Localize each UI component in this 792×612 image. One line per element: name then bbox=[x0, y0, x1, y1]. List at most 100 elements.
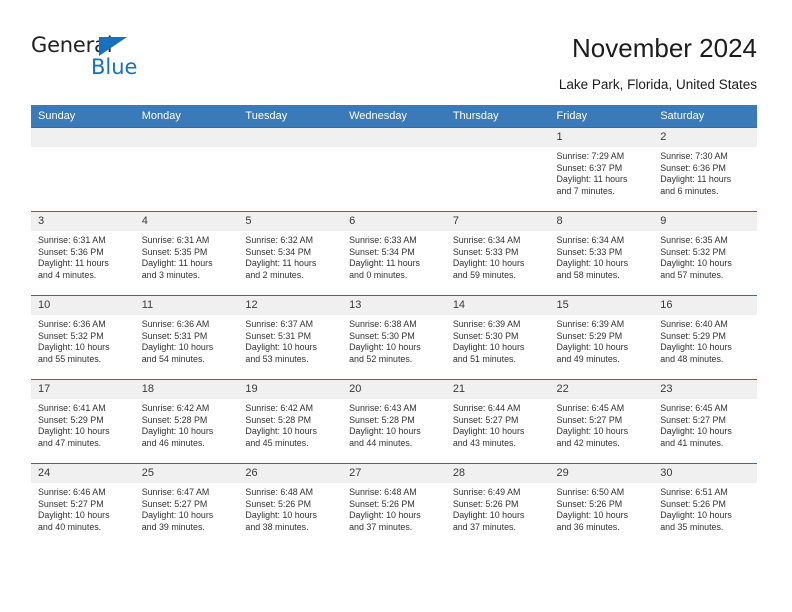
daylight-duration-line2: and 47 minutes. bbox=[38, 437, 102, 448]
day-number: 24 bbox=[31, 464, 135, 483]
daylight-duration-line2: and 59 minutes. bbox=[452, 269, 516, 280]
sunset-time: Sunset: 5:27 PM bbox=[660, 414, 726, 425]
day-number: 7 bbox=[445, 212, 550, 231]
sunrise-time: Sunrise: 6:44 AM bbox=[452, 403, 521, 413]
calendar-day-cell[interactable]: 9 Sunrise: 6:35 AM Sunset: 5:32 PM Daylight… bbox=[653, 211, 757, 296]
calendar-day-cell[interactable]: 18 Sunrise: 6:42 AM Sunset: 5:28 PM Dayligh… bbox=[134, 379, 239, 464]
day-number: 26 bbox=[238, 464, 343, 483]
day-number: 5 bbox=[238, 212, 343, 231]
day-number: 29 bbox=[549, 464, 654, 483]
day-details: Sunrise: 7:30 AM Sunset: 6:36 PM Daylight:… bbox=[653, 147, 757, 197]
sunset-time: Sunset: 5:26 PM bbox=[245, 498, 312, 509]
daylight-duration-line1: Daylight: 10 hours bbox=[38, 510, 110, 521]
sunrise-sunset-calendar: Sunday Monday Tuesday Wednesday Thursday… bbox=[31, 105, 757, 547]
daylight-duration-line1: Daylight: 10 hours bbox=[452, 342, 525, 353]
sunset-time: Sunset: 5:26 PM bbox=[452, 498, 519, 509]
sunrise-time: Sunrise: 6:45 AM bbox=[556, 403, 625, 413]
calendar-day-cell[interactable]: 21 Sunrise: 6:44 AM Sunset: 5:27 PM Dayligh… bbox=[445, 379, 550, 464]
daylight-duration-line1: Daylight: 10 hours bbox=[452, 426, 525, 437]
calendar-day-cell[interactable]: 13 Sunrise: 6:38 AM Sunset: 5:30 PM Dayligh… bbox=[342, 295, 446, 380]
day-number: 23 bbox=[653, 380, 757, 399]
day-number: 25 bbox=[134, 464, 239, 483]
day-number: 22 bbox=[549, 380, 654, 399]
calendar-day-cell[interactable]: 12 Sunrise: 6:37 AM Sunset: 5:31 PM Dayligh… bbox=[238, 295, 343, 380]
calendar-week-row: 24 Sunrise: 6:46 AM Sunset: 5:27 PM Dayligh… bbox=[31, 463, 757, 547]
sunset-time: Sunset: 5:26 PM bbox=[556, 498, 623, 509]
sunset-time: Sunset: 5:26 PM bbox=[349, 498, 415, 509]
daylight-duration-line1: Daylight: 10 hours bbox=[660, 510, 732, 521]
calendar-day-cell[interactable]: 15 Sunrise: 6:39 AM Sunset: 5:29 PM Dayligh… bbox=[549, 295, 654, 380]
calendar-day-cell[interactable]: 5 Sunrise: 6:32 AM Sunset: 5:34 PM Daylight… bbox=[238, 211, 343, 296]
sunrise-time: Sunrise: 6:49 AM bbox=[452, 487, 521, 497]
sunrise-time: Sunrise: 6:39 AM bbox=[556, 319, 625, 329]
daylight-duration-line1: Daylight: 10 hours bbox=[141, 426, 214, 437]
daylight-duration-line1: Daylight: 10 hours bbox=[141, 342, 214, 353]
sunset-time: Sunset: 5:29 PM bbox=[660, 330, 726, 341]
day-number: 3 bbox=[31, 212, 135, 231]
sunset-time: Sunset: 5:27 PM bbox=[38, 498, 104, 509]
weekday-header-row: Sunday Monday Tuesday Wednesday Thursday… bbox=[31, 105, 757, 128]
weekday-header-monday: Monday bbox=[134, 105, 239, 128]
day-details: Sunrise: 6:42 AM Sunset: 5:28 PM Daylight:… bbox=[238, 399, 342, 449]
sunrise-time: Sunrise: 6:48 AM bbox=[245, 487, 313, 497]
calendar-day-cell[interactable]: 11 Sunrise: 6:36 AM Sunset: 5:31 PM Dayligh… bbox=[134, 295, 239, 380]
calendar-day-cell[interactable]: 6 Sunrise: 6:33 AM Sunset: 5:34 PM Daylight… bbox=[342, 211, 446, 296]
day-number: 1 bbox=[549, 128, 654, 147]
calendar-day-cell[interactable]: 16 Sunrise: 6:40 AM Sunset: 5:29 PM Dayligh… bbox=[653, 295, 757, 380]
daylight-duration-line2: and 43 minutes. bbox=[452, 437, 516, 448]
calendar-day-cell[interactable]: 10 Sunrise: 6:36 AM Sunset: 5:32 PM Dayligh… bbox=[31, 295, 135, 380]
sunset-time: Sunset: 5:34 PM bbox=[349, 246, 415, 257]
calendar-day-cell[interactable]: 14 Sunrise: 6:39 AM Sunset: 5:30 PM Dayligh… bbox=[445, 295, 550, 380]
calendar-day-cell[interactable]: 7 Sunrise: 6:34 AM Sunset: 5:33 PM Daylight… bbox=[445, 211, 550, 296]
day-details: Sunrise: 6:49 AM Sunset: 5:26 PM Daylight:… bbox=[446, 483, 550, 533]
location-subtitle: Lake Park, Florida, United States bbox=[558, 77, 757, 92]
calendar-day-cell[interactable]: 30 Sunrise: 6:51 AM Sunset: 5:26 PM Dayligh… bbox=[653, 463, 757, 547]
daylight-duration-line1: Daylight: 10 hours bbox=[141, 510, 214, 521]
sunrise-time: Sunrise: 6:40 AM bbox=[660, 319, 728, 329]
daylight-duration-line2: and 46 minutes. bbox=[141, 437, 205, 448]
logo-text-blue: Blue bbox=[91, 55, 138, 79]
calendar-day-cell[interactable]: 17 Sunrise: 6:41 AM Sunset: 5:29 PM Dayligh… bbox=[31, 379, 135, 464]
daylight-duration-line2: and 51 minutes. bbox=[452, 353, 516, 364]
calendar-day-cell[interactable]: 27 Sunrise: 6:48 AM Sunset: 5:26 PM Dayligh… bbox=[342, 463, 446, 547]
daylight-duration-line2: and 35 minutes. bbox=[660, 521, 724, 532]
day-number: 14 bbox=[445, 296, 550, 315]
day-number: 2 bbox=[653, 128, 757, 147]
daylight-duration-line1: Daylight: 11 hours bbox=[141, 258, 213, 269]
day-details: Sunrise: 6:51 AM Sunset: 5:26 PM Daylight:… bbox=[653, 483, 757, 533]
daylight-duration-line2: and 44 minutes. bbox=[349, 437, 413, 448]
general-blue-logo[interactable]: General Blue bbox=[31, 33, 161, 81]
day-details: Sunrise: 6:41 AM Sunset: 5:29 PM Daylight:… bbox=[31, 399, 135, 449]
sunset-time: Sunset: 5:26 PM bbox=[660, 498, 726, 509]
calendar-day-cell[interactable]: 8 Sunrise: 6:34 AM Sunset: 5:33 PM Daylight… bbox=[549, 211, 654, 296]
day-number: 18 bbox=[134, 380, 239, 399]
calendar-day-cell[interactable]: 20 Sunrise: 6:43 AM Sunset: 5:28 PM Dayligh… bbox=[342, 379, 446, 464]
calendar-day-cell[interactable]: 19 Sunrise: 6:42 AM Sunset: 5:28 PM Dayligh… bbox=[238, 379, 343, 464]
sunrise-time: Sunrise: 7:30 AM bbox=[660, 151, 728, 161]
day-number: 11 bbox=[134, 296, 239, 315]
calendar-day-cell[interactable]: 22 Sunrise: 6:45 AM Sunset: 5:27 PM Dayligh… bbox=[549, 379, 654, 464]
calendar-day-cell[interactable]: 3 Sunrise: 6:31 AM Sunset: 5:36 PM Daylight… bbox=[31, 211, 135, 296]
calendar-day-cell[interactable]: 25 Sunrise: 6:47 AM Sunset: 5:27 PM Dayligh… bbox=[134, 463, 239, 547]
daylight-duration-line1: Daylight: 11 hours bbox=[660, 174, 732, 185]
calendar-day-cell[interactable]: 23 Sunrise: 6:45 AM Sunset: 5:27 PM Dayligh… bbox=[653, 379, 757, 464]
calendar-week-row: 3 Sunrise: 6:31 AM Sunset: 5:36 PM Daylight… bbox=[31, 211, 757, 296]
calendar-day-cell[interactable]: 1 Sunrise: 7:29 AM Sunset: 6:37 PM Daylight… bbox=[549, 127, 654, 212]
sunrise-time: Sunrise: 6:42 AM bbox=[245, 403, 313, 413]
calendar-day-cell[interactable]: 26 Sunrise: 6:48 AM Sunset: 5:26 PM Dayligh… bbox=[238, 463, 343, 547]
sunset-time: Sunset: 5:29 PM bbox=[38, 414, 104, 425]
day-details: Sunrise: 6:35 AM Sunset: 5:32 PM Daylight:… bbox=[653, 231, 757, 281]
daylight-duration-line2: and 39 minutes. bbox=[141, 521, 205, 532]
calendar-day-cell[interactable]: 29 Sunrise: 6:50 AM Sunset: 5:26 PM Dayligh… bbox=[549, 463, 654, 547]
day-number: 4 bbox=[134, 212, 239, 231]
calendar-day-cell[interactable]: 28 Sunrise: 6:49 AM Sunset: 5:26 PM Dayligh… bbox=[445, 463, 550, 547]
day-number: 8 bbox=[549, 212, 654, 231]
sunset-time: Sunset: 5:33 PM bbox=[556, 246, 623, 257]
calendar-day-cell[interactable]: 24 Sunrise: 6:46 AM Sunset: 5:27 PM Dayligh… bbox=[31, 463, 135, 547]
calendar-day-cell[interactable]: 2 Sunrise: 7:30 AM Sunset: 6:36 PM Daylight… bbox=[653, 127, 757, 212]
calendar-week-row: 17 Sunrise: 6:41 AM Sunset: 5:29 PM Dayligh… bbox=[31, 379, 757, 464]
daylight-duration-line2: and 37 minutes. bbox=[452, 521, 516, 532]
calendar-day-cell[interactable]: 4 Sunrise: 6:31 AM Sunset: 5:35 PM Daylight… bbox=[134, 211, 239, 296]
day-number bbox=[445, 128, 550, 147]
day-details: Sunrise: 6:36 AM Sunset: 5:32 PM Daylight:… bbox=[31, 315, 135, 365]
